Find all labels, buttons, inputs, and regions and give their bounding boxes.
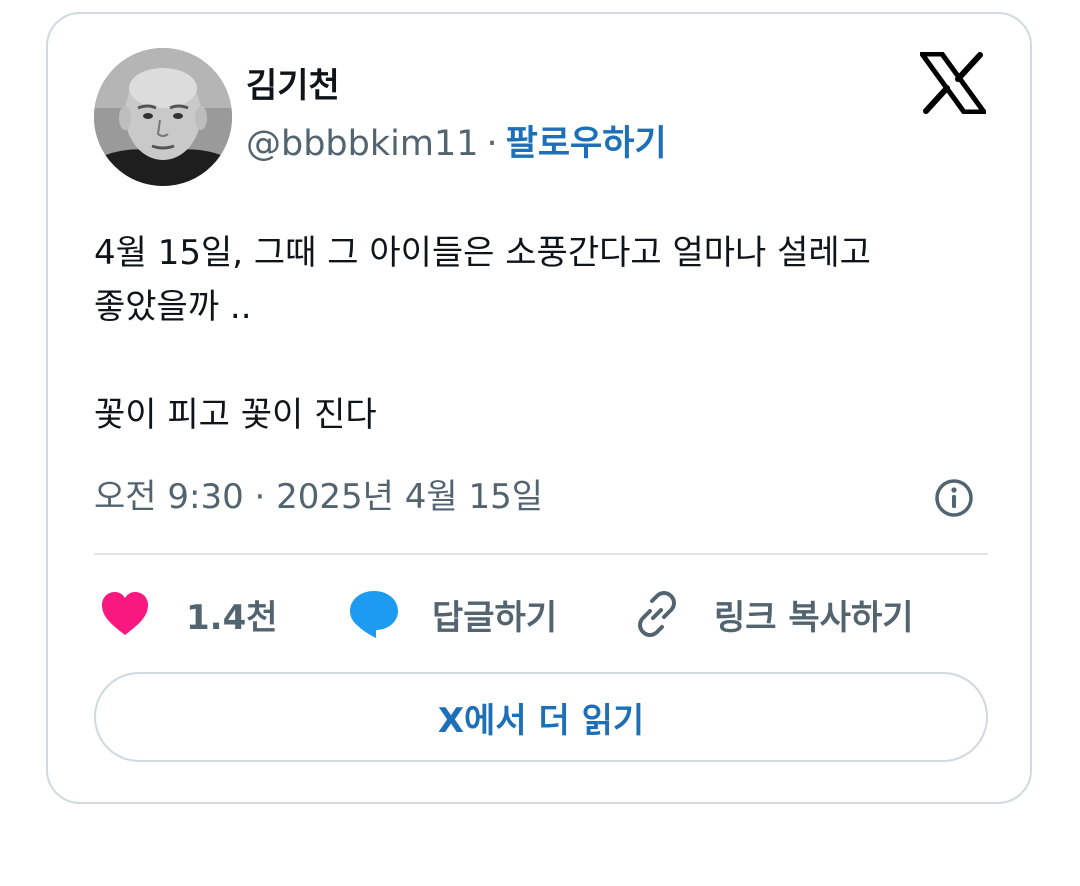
copy-link-label: 링크 복사하기	[714, 597, 914, 638]
tweet-line: 4월 15일, 그때 그 아이들은 소풍간다고 얼마나 설레고	[94, 233, 871, 273]
author-name[interactable]: 김기천	[246, 66, 340, 106]
divider	[94, 553, 988, 555]
tweet-timestamp[interactable]: 오전 9:30 · 2025년 4월 15일	[94, 472, 543, 522]
heart-icon	[102, 592, 148, 635]
info-icon[interactable]	[934, 478, 974, 518]
author-avatar[interactable]	[94, 48, 232, 186]
speech-bubble-icon	[350, 591, 398, 638]
link-icon	[638, 591, 676, 637]
tweet-blank-line	[94, 334, 994, 388]
author-handle-row: @bbbbkim11 · 팔로우하기	[246, 122, 667, 166]
like-count: 1.4천	[186, 597, 278, 638]
handle-separator: ·	[486, 124, 498, 164]
like-button[interactable]: 1.4천	[100, 586, 278, 642]
tweet-text: 4월 15일, 그때 그 아이들은 소풍간다고 얼마나 설레고 좋았을까 .. …	[94, 226, 994, 442]
follow-button[interactable]: 팔로우하기	[506, 124, 667, 164]
reply-label: 답글하기	[432, 597, 558, 638]
tweet-embed-card: 김기천 @bbbbkim11 · 팔로우하기 4월 15일, 그때 그 아이들은 소…	[46, 12, 1032, 804]
author-handle[interactable]: @bbbbkim11	[246, 124, 479, 164]
read-more-on-x-button[interactable]: X에서 더 읽기	[94, 672, 988, 762]
profile-photo-icon	[94, 48, 232, 186]
x-logo-icon[interactable]	[920, 52, 986, 114]
tweet-line: 좋았을까 ..	[94, 287, 252, 327]
copy-link-button[interactable]: 링크 복사하기	[632, 586, 914, 642]
tweet-line: 꽃이 피고 꽃이 진다	[94, 395, 377, 435]
reply-button[interactable]: 답글하기	[348, 586, 557, 642]
